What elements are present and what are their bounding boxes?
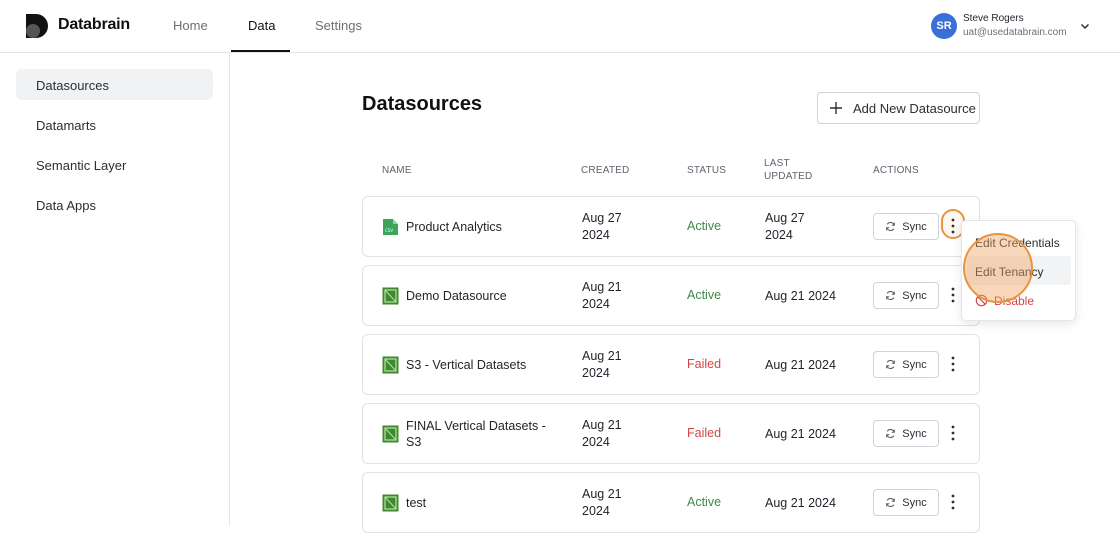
- user-name[interactable]: Steve Rogers: [963, 13, 1024, 24]
- chevron-down-icon[interactable]: [1079, 20, 1091, 32]
- sync-icon: [886, 498, 896, 507]
- created-date: Aug 27 2024: [582, 210, 642, 244]
- s3-bucket-icon: [382, 494, 399, 512]
- datasource-name[interactable]: Product Analytics: [406, 197, 556, 256]
- created-date-line2: 2024: [582, 504, 610, 518]
- sync-button[interactable]: Sync: [873, 420, 939, 447]
- created-date-line1: Aug 21: [582, 280, 622, 294]
- created-date-line1: Aug 27: [582, 211, 622, 225]
- sync-icon: [886, 291, 896, 300]
- created-date: Aug 21 2024: [582, 279, 642, 313]
- add-new-datasource-label: Add New Datasource: [853, 100, 976, 116]
- status-badge: Active: [687, 288, 722, 302]
- sync-label: Sync: [902, 358, 927, 371]
- page-title: Datasources: [362, 93, 483, 115]
- created-date-line2: 2024: [582, 297, 610, 311]
- more-vertical-icon[interactable]: [946, 491, 960, 513]
- more-vertical-icon[interactable]: [946, 353, 960, 375]
- created-date: Aug 21 2024: [582, 348, 642, 382]
- created-date-line2: 2024: [582, 366, 610, 380]
- table-row[interactable]: S3 - Vertical Datasets Aug 21 2024 Faile…: [362, 334, 980, 395]
- datasource-name[interactable]: Demo Datasource: [406, 266, 556, 325]
- sync-label: Sync: [902, 289, 927, 302]
- last-updated-date: Aug 21 2024: [765, 496, 836, 510]
- more-vertical-icon[interactable]: [946, 215, 960, 237]
- plus-icon: [830, 102, 842, 114]
- sync-icon: [886, 429, 896, 438]
- column-header-created: CREATED: [581, 165, 630, 176]
- created-date-line2: 2024: [582, 435, 610, 449]
- databrain-logo-icon[interactable]: [25, 13, 51, 39]
- last-updated-date-line2: 2024: [765, 228, 793, 242]
- column-header-last-updated-line2: UPDATED: [764, 171, 813, 182]
- sync-label: Sync: [902, 427, 927, 440]
- sync-button[interactable]: Sync: [873, 351, 939, 378]
- nav-data[interactable]: Data: [248, 18, 275, 33]
- more-vertical-icon[interactable]: [946, 284, 960, 306]
- svg-text:CSV: CSV: [385, 228, 393, 233]
- last-updated-date: Aug 27 2024: [765, 210, 815, 244]
- nav-home[interactable]: Home: [173, 18, 208, 33]
- status-badge: Failed: [687, 426, 722, 440]
- table-row[interactable]: test Aug 21 2024 Active Aug 21 2024 Sync: [362, 472, 980, 533]
- nav-settings[interactable]: Settings: [315, 18, 362, 33]
- sidebar-item-datamarts[interactable]: Datamarts: [16, 109, 213, 140]
- created-date-line2: 2024: [582, 228, 610, 242]
- table-row[interactable]: CSV Product Analytics Aug 27 2024 Active…: [362, 196, 980, 257]
- s3-bucket-icon: [382, 425, 399, 443]
- brand-name[interactable]: Databrain: [58, 16, 130, 34]
- created-date: Aug 21 2024: [582, 486, 642, 520]
- created-date-line1: Aug 21: [582, 418, 622, 432]
- more-vertical-icon[interactable]: [946, 422, 960, 444]
- datasource-name[interactable]: S3 - Vertical Datasets: [406, 335, 556, 394]
- status-badge: Active: [687, 219, 722, 233]
- active-nav-indicator: [231, 50, 290, 52]
- column-header-last-updated-line1: LAST: [764, 158, 790, 169]
- sync-label: Sync: [902, 220, 927, 233]
- sidebar-item-data-apps[interactable]: Data Apps: [16, 189, 213, 220]
- sync-button[interactable]: Sync: [873, 282, 939, 309]
- top-navigation-bar: Databrain Home Data Settings SR Steve Ro…: [0, 0, 1120, 53]
- sync-icon: [886, 222, 896, 231]
- created-date-line1: Aug 21: [582, 487, 622, 501]
- table-row[interactable]: FINAL Vertical Datasets - S3 Aug 21 2024…: [362, 403, 980, 464]
- csv-file-icon: CSV: [383, 219, 398, 235]
- column-header-status: STATUS: [687, 165, 727, 176]
- sidebar: Datasources Datamarts Semantic Layer Dat…: [0, 53, 230, 526]
- created-date: Aug 21 2024: [582, 417, 642, 451]
- last-updated-date: Aug 21 2024: [765, 358, 836, 372]
- sidebar-item-semantic-layer[interactable]: Semantic Layer: [16, 149, 213, 180]
- avatar[interactable]: SR: [931, 13, 957, 39]
- column-header-last-updated: LAST UPDATED: [764, 157, 812, 183]
- status-badge: Active: [687, 495, 722, 509]
- status-badge: Failed: [687, 357, 722, 371]
- user-email[interactable]: uat@usedatabrain.com: [963, 27, 1067, 38]
- last-updated-date: Aug 21 2024: [765, 427, 836, 441]
- s3-bucket-icon: [382, 356, 399, 374]
- sync-button[interactable]: Sync: [873, 213, 939, 240]
- sidebar-item-datasources[interactable]: Datasources: [16, 69, 213, 100]
- sync-icon: [886, 360, 896, 369]
- sync-button[interactable]: Sync: [873, 489, 939, 516]
- column-header-actions: ACTIONS: [873, 165, 919, 176]
- click-highlight-ring: [963, 233, 1033, 303]
- sync-label: Sync: [902, 496, 927, 509]
- add-new-datasource-button[interactable]: Add New Datasource: [817, 92, 980, 124]
- created-date-line1: Aug 21: [582, 349, 622, 363]
- column-header-name: NAME: [382, 165, 412, 176]
- s3-bucket-icon: [382, 287, 399, 305]
- last-updated-date: Aug 21 2024: [765, 289, 836, 303]
- table-row[interactable]: Demo Datasource Aug 21 2024 Active Aug 2…: [362, 265, 980, 326]
- datasource-name[interactable]: test: [406, 473, 556, 532]
- last-updated-date-line1: Aug 27: [765, 211, 805, 225]
- datasource-name[interactable]: FINAL Vertical Datasets - S3: [406, 404, 556, 463]
